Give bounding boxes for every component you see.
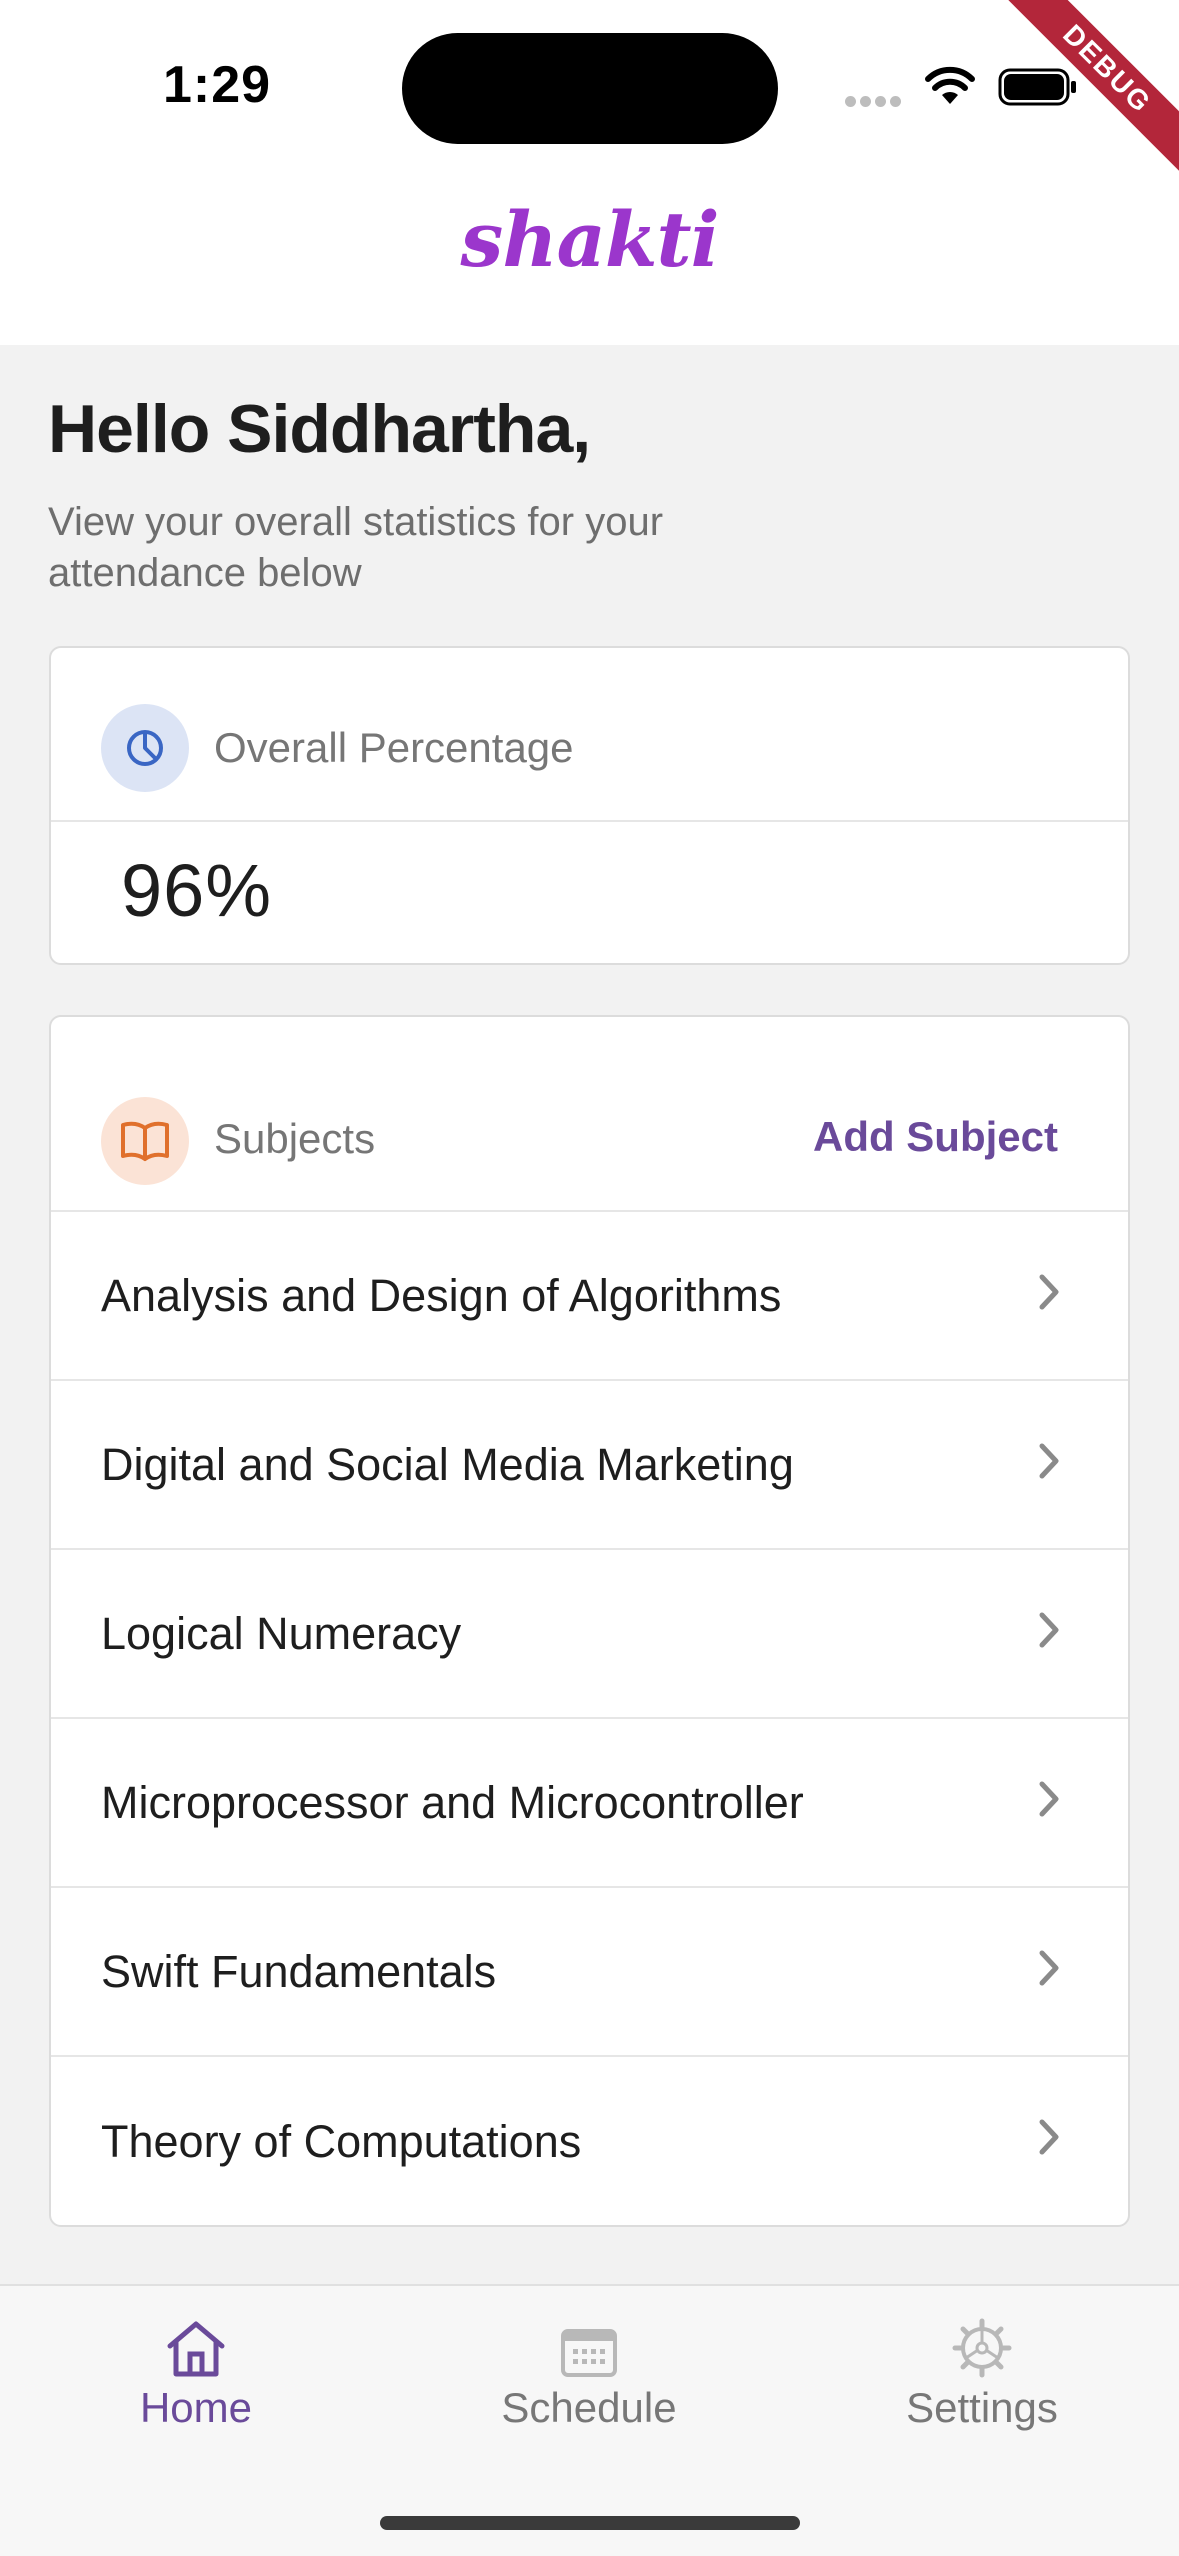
subject-name: Theory of Computations [101, 2115, 582, 2167]
debug-label: DEBUG [989, 0, 1179, 190]
debug-banner: DEBUG [989, 0, 1179, 190]
app-header: 1:29 DEBUG shakti [0, 0, 1179, 345]
subject-name: Swift Fundamentals [101, 1945, 497, 1997]
dynamic-island [402, 33, 778, 144]
status-time: 1:29 [163, 56, 272, 114]
subject-name: Digital and Social Media Marketing [101, 1438, 794, 1490]
subject-row[interactable]: Microprocessor and Microcontroller [51, 1719, 1128, 1888]
overall-card-header: Overall Percentage [51, 648, 1128, 822]
pie-chart-icon [101, 704, 189, 792]
subject-row[interactable]: Analysis and Design of Algorithms [51, 1212, 1128, 1381]
add-subject-button[interactable]: Add Subject [813, 1113, 1058, 1161]
cellular-signal-icon [845, 94, 905, 112]
nav-settings-label: Settings [906, 2384, 1058, 2431]
home-indicator [380, 2516, 800, 2530]
nav-schedule-label: Schedule [501, 2384, 677, 2431]
nav-home[interactable]: Home [46, 2316, 346, 2432]
subject-row[interactable]: Digital and Social Media Marketing [51, 1381, 1128, 1550]
subject-name: Analysis and Design of Algorithms [101, 1269, 782, 1321]
subject-row[interactable]: Theory of Computations [51, 2057, 1128, 2225]
chevron-right-icon [1039, 1612, 1059, 1648]
chevron-right-icon [1039, 1274, 1059, 1310]
chevron-right-icon [1039, 1443, 1059, 1479]
greeting-subtitle: View your overall statistics for your at… [48, 500, 664, 595]
subject-row[interactable]: Swift Fundamentals [51, 1888, 1128, 2057]
subject-name: Logical Numeracy [101, 1607, 462, 1659]
subject-row[interactable]: Logical Numeracy [51, 1550, 1128, 1719]
chevron-right-icon [1039, 2119, 1059, 2155]
nav-home-label: Home [139, 2384, 253, 2431]
subjects-card-header: Subjects Add Subject [51, 1017, 1128, 1212]
nav-schedule[interactable]: Schedule [439, 2316, 739, 2432]
gear-icon [832, 2316, 1132, 2378]
home-icon [46, 2316, 346, 2378]
chevron-right-icon [1039, 1950, 1059, 1986]
nav-settings[interactable]: Settings [832, 2316, 1132, 2432]
overall-percentage-value: 96% [121, 849, 273, 932]
app-logo: shakti [460, 195, 720, 284]
chevron-right-icon [1039, 1781, 1059, 1817]
subject-name: Microprocessor and Microcontroller [101, 1776, 804, 1828]
book-icon [101, 1097, 189, 1185]
overall-percentage-card: Overall Percentage 96% [49, 646, 1130, 965]
subjects-card: Subjects Add Subject Analysis and Design… [49, 1015, 1130, 2227]
calendar-icon [439, 2316, 739, 2378]
wifi-icon [923, 66, 977, 111]
overall-label: Overall Percentage [214, 724, 574, 771]
greeting-title: Hello Siddhartha, [48, 391, 591, 467]
subjects-label: Subjects [214, 1115, 376, 1162]
